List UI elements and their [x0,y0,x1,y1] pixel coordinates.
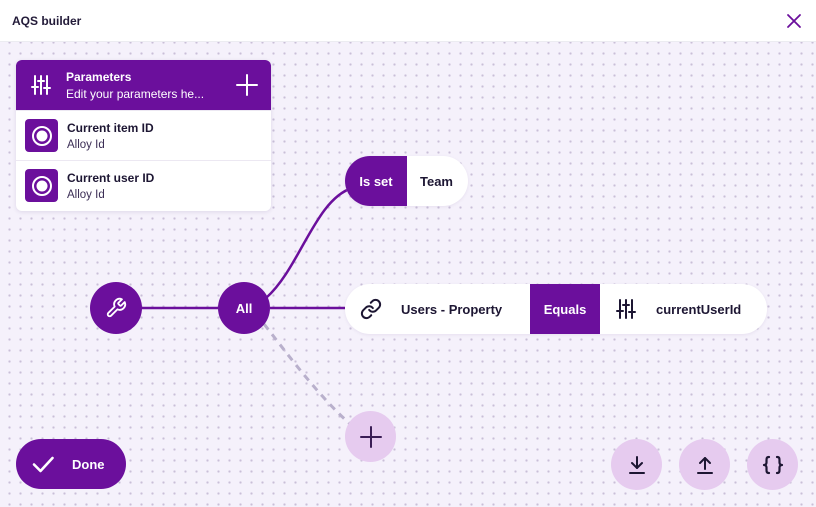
done-label: Done [72,456,105,472]
parameters-panel: Parameters Edit your parameters he... Cu… [16,60,271,211]
parameters-title: Parameters [66,69,132,84]
radio-target-icon [25,169,58,202]
close-icon [787,14,801,28]
upload-icon [696,456,713,474]
condition-operator[interactable]: Equals [530,284,600,334]
add-parameter-button[interactable] [231,69,263,101]
condition-operator[interactable]: Is set [345,156,407,206]
condition-users-property-equals[interactable]: Users - Property Equals currentUserId [345,284,767,334]
done-button[interactable]: Done [16,439,126,489]
close-button[interactable] [782,9,806,33]
download-button[interactable] [611,439,662,490]
parameter-type: Alloy Id [67,188,105,201]
sliders-icon [606,298,646,320]
window-title: AQS builder [12,13,82,28]
condition-property: Users - Property [401,301,503,317]
braces-icon [762,455,783,474]
json-view-button[interactable] [747,439,798,490]
sliders-icon [16,60,66,110]
plus-icon [236,74,258,96]
plus-icon [359,425,382,448]
parameter-type: Alloy Id [67,138,105,151]
download-icon [628,455,645,474]
condition-team-is-set[interactable]: Is set Team [345,156,468,206]
parameters-subtitle: Edit your parameters he... [66,86,205,101]
root-node[interactable] [90,282,142,334]
upload-button[interactable] [679,439,730,490]
check-icon [30,451,56,477]
wrench-icon [106,297,127,318]
parameter-item-current-item-id[interactable]: Current item ID Alloy Id [16,110,271,160]
parameter-name: Current user ID [67,170,155,185]
title-bar: AQS builder [0,0,816,42]
condition-property-part[interactable]: Users - Property [345,284,530,334]
condition-value: currentUserId [656,301,742,317]
condition-property[interactable]: Team [407,174,453,189]
radio-target-icon [25,119,58,152]
parameters-header: Parameters Edit your parameters he... [16,60,271,110]
parameter-name: Current item ID [67,120,154,135]
parameter-item-current-user-id[interactable]: Current user ID Alloy Id [16,160,271,210]
condition-value-part[interactable]: currentUserId [600,284,741,334]
link-icon [355,298,387,320]
add-condition-button[interactable] [345,411,396,462]
group-all-node[interactable]: All [218,282,270,334]
